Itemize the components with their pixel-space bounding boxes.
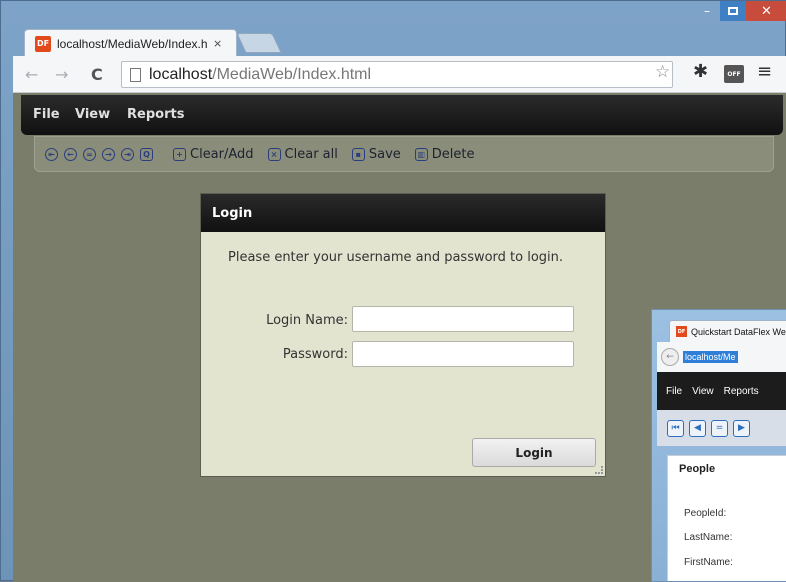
login-button[interactable]: Login <box>472 438 596 467</box>
panel-title: People <box>679 463 716 475</box>
browser-toolbar: ← → C localhost/MediaWeb/Index.html ☆ ✱ … <box>13 56 786 93</box>
next-record-icon[interactable]: ▶ <box>733 419 750 437</box>
address-bar[interactable]: localhost/MediaWeb/Index.html <box>121 61 673 88</box>
menu-file[interactable]: File <box>33 107 60 122</box>
forward-arrow-icon[interactable]: → <box>55 65 68 84</box>
login-message: Please enter your username and password … <box>228 250 564 265</box>
browser-tab[interactable]: DF localhost/MediaWeb/Index.html × <box>24 29 237 57</box>
dataflex-favicon-icon: DF <box>35 35 51 52</box>
trash-icon: ▥ <box>414 147 428 161</box>
bookmark-star-icon[interactable]: ☆ <box>655 62 670 82</box>
menu-view[interactable]: View <box>75 107 110 122</box>
gear-icon[interactable]: ✱ <box>693 61 708 82</box>
url-host: localhost <box>149 65 213 83</box>
menu-view[interactable]: View <box>692 386 714 397</box>
menu-icon[interactable]: ≡ <box>757 61 772 82</box>
prompt-search-icon[interactable]: Q <box>140 147 153 161</box>
password-input[interactable] <box>352 341 574 367</box>
url-path: /MediaWeb/Index.html <box>212 65 372 83</box>
menu-reports[interactable]: Reports <box>724 386 759 397</box>
clear-add-icon: + <box>173 147 186 161</box>
menu-file[interactable]: File <box>666 386 682 397</box>
next-record-icon[interactable]: → <box>102 147 115 161</box>
login-name-label: Login Name: <box>266 313 348 328</box>
close-window-button[interactable]: ✕ <box>746 1 786 21</box>
new-tab-button[interactable] <box>236 33 282 53</box>
previous-record-icon[interactable]: ← <box>64 147 77 161</box>
dialog-title: Login <box>201 194 605 232</box>
maximize-icon <box>728 7 738 15</box>
login-dialog: Login Please enter your username and pas… <box>200 193 606 477</box>
maximize-button[interactable] <box>720 1 746 21</box>
delete-label: Delete <box>431 146 475 162</box>
clear-all-icon: × <box>267 147 281 161</box>
second-window-tab-title: Quickstart DataFlex We <box>691 326 786 337</box>
clear-all-button[interactable]: × Clear all <box>267 146 338 162</box>
back-arrow-icon[interactable]: ← <box>25 65 38 84</box>
dataflex-favicon-icon: DF <box>676 326 687 337</box>
field-label: FirstName: <box>684 557 733 568</box>
clear-all-label: Clear all <box>284 146 338 162</box>
first-record-icon[interactable]: ⇤ <box>45 147 58 161</box>
second-window-url[interactable]: localhost/Me <box>683 351 738 363</box>
second-window-tab[interactable]: DF Quickstart DataFlex We <box>669 320 786 342</box>
extension-off-icon[interactable]: OFF <box>724 65 744 83</box>
save-label: Save <box>368 146 401 162</box>
app-toolbar: ⇤ ← = → ⇥ Q + Clear/Add × Clear all ▪ Sa… <box>34 136 774 172</box>
second-window-toolbar: ← localhost/Me <box>657 342 786 372</box>
reload-icon[interactable]: C <box>91 65 103 84</box>
people-panel: People PeopleId: LastName: FirstName: <box>667 455 786 581</box>
app-menubar: File View Reports <box>21 95 783 135</box>
last-record-icon[interactable]: ⇥ <box>121 147 134 161</box>
back-arrow-icon[interactable]: ← <box>661 348 679 366</box>
field-label: PeopleId: <box>684 508 727 519</box>
save-icon: ▪ <box>351 147 365 161</box>
field-label: LastName: <box>684 532 733 543</box>
first-record-icon[interactable]: ⏮ <box>667 419 684 437</box>
login-name-input[interactable] <box>352 306 574 332</box>
save-button[interactable]: ▪ Save <box>351 146 401 162</box>
browser-window: – ✕ DF localhost/MediaWeb/Index.html × ←… <box>0 0 786 582</box>
second-window-app-toolbar: ⏮ ◀ = ▶ <box>657 410 786 446</box>
resize-grip-icon[interactable] <box>595 466 603 474</box>
second-browser-window[interactable]: DF Quickstart DataFlex We ← localhost/Me… <box>651 309 786 582</box>
tab-title: localhost/MediaWeb/Index.html <box>57 36 207 51</box>
second-window-menubar: File View Reports <box>657 372 786 410</box>
delete-button[interactable]: ▥ Delete <box>414 146 475 162</box>
tab-close-icon[interactable]: × <box>213 37 222 50</box>
minimize-button[interactable]: – <box>694 1 720 21</box>
clear-add-button[interactable]: + Clear/Add <box>173 147 254 162</box>
menu-reports[interactable]: Reports <box>127 107 184 122</box>
clear-add-label: Clear/Add <box>190 146 254 162</box>
find-equal-icon[interactable]: = <box>83 147 96 161</box>
password-label: Password: <box>282 347 348 362</box>
page-icon <box>130 67 141 82</box>
previous-record-icon[interactable]: ◀ <box>689 419 706 437</box>
find-equal-icon[interactable]: = <box>711 419 728 437</box>
